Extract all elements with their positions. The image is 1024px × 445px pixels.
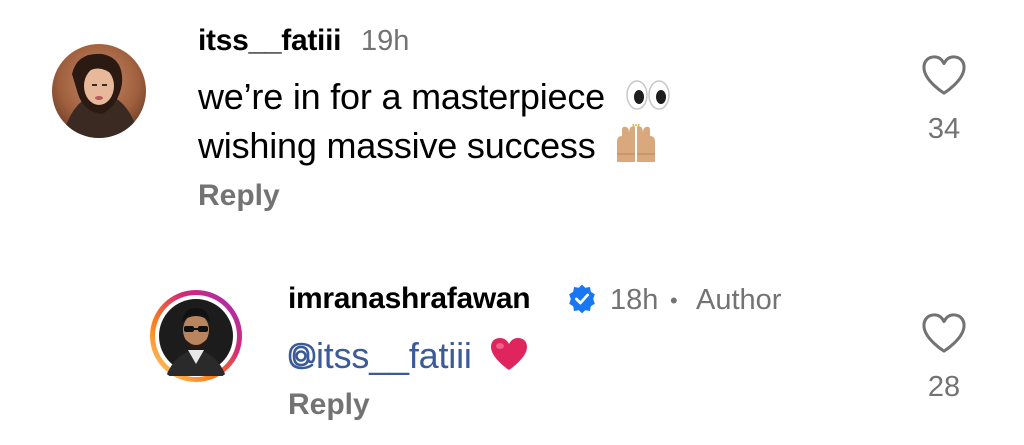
comment-text-line-2: wishing massive success [198, 123, 659, 173]
comment-text: wishing massive success [198, 125, 596, 167]
red-heart-emoji [489, 336, 529, 381]
reply-header: imranashrafawan [288, 282, 531, 318]
like-control: 28 [914, 312, 974, 404]
avatar-itss-fatiii[interactable] [52, 44, 146, 138]
comment-text: we’re in for a masterpiece [198, 76, 605, 117]
reply-username[interactable]: imranashrafawan [288, 282, 531, 315]
like-count: 28 [927, 371, 961, 403]
heart-outline-icon[interactable] [914, 54, 974, 101]
comment-time: 19h [361, 25, 410, 57]
meta-separator: • [670, 288, 678, 313]
author-badge: Author [696, 284, 782, 316]
comment-1: itss__fatiii 19h we’re in for a masterpi… [0, 0, 1024, 230]
comment-text-line-1: we’re in for a masterpiece [198, 76, 671, 120]
heart-outline-icon[interactable] [914, 312, 974, 359]
like-count: 34 [927, 113, 961, 145]
reply-button[interactable]: Reply [198, 179, 280, 213]
reply-time: 18h [610, 284, 659, 316]
like-control: 34 [914, 54, 974, 146]
raising-hands-emoji [613, 123, 659, 173]
reply-text: itss__fatiii [288, 335, 529, 381]
mention-username: itss__fatiii [316, 335, 472, 376]
comment-2: imranashrafawan 18h • Author itss__fatii… [0, 230, 1024, 445]
comment-username[interactable]: itss__fatiii [198, 24, 341, 58]
eyes-emoji [625, 78, 671, 120]
verified-icon [566, 283, 598, 320]
avatar-imranashrafawan[interactable] [148, 288, 244, 384]
mention-at-icon [288, 338, 316, 380]
mention-link[interactable]: itss__fatiii [288, 335, 481, 376]
reply-button[interactable]: Reply [288, 388, 370, 422]
